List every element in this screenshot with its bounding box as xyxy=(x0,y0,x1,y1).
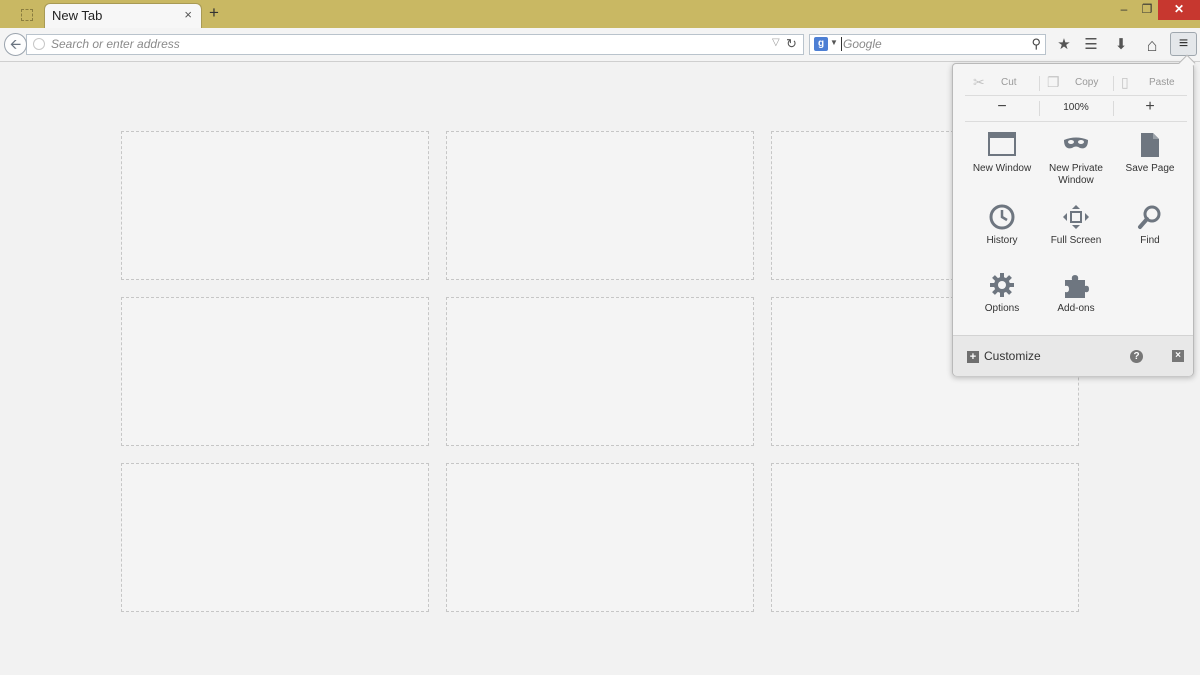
tab-favicon-icon xyxy=(21,9,33,21)
find-button[interactable]: Find xyxy=(1113,204,1187,266)
customize-button[interactable]: Customize xyxy=(984,349,1041,363)
back-button[interactable]: 🡨 xyxy=(4,33,27,56)
downloads-icon[interactable]: ⬇ xyxy=(1110,36,1132,54)
open-menu-button[interactable]: ≡ xyxy=(1170,32,1197,56)
reload-icon[interactable]: ↻ xyxy=(786,36,797,52)
customize-plus-icon[interactable]: + xyxy=(967,351,979,363)
options-label: Options xyxy=(965,303,1039,315)
search-go-icon[interactable]: ⚲ xyxy=(1031,36,1041,52)
bookmarks-menu-icon[interactable]: ☰ xyxy=(1080,36,1102,54)
new-window-label: New Window xyxy=(965,163,1039,175)
panel-footer: + Customize ? × xyxy=(953,335,1193,376)
new-window-icon xyxy=(988,132,1016,158)
copy-button[interactable]: ❐ Copy xyxy=(1039,72,1113,94)
save-page-button[interactable]: Save Page xyxy=(1113,132,1187,194)
zoom-reset-button[interactable]: 100% xyxy=(1039,97,1113,119)
title-bar: New Tab × + – ❐ ✕ xyxy=(0,0,1200,28)
main-menu-panel: ✂ Cut ❐ Copy ▯ Paste − 100% + New Window xyxy=(952,63,1194,376)
quit-icon[interactable]: × xyxy=(1172,350,1184,362)
navigation-toolbar: Search or enter address ▽ ↻ 🡨 g ▼ Google… xyxy=(0,28,1200,62)
search-input[interactable]: Google xyxy=(841,37,882,51)
full-screen-label: Full Screen xyxy=(1039,235,1113,247)
zoom-out-button[interactable]: − xyxy=(965,97,1039,119)
new-tab-button[interactable]: + xyxy=(209,4,219,22)
private-mask-icon xyxy=(1062,132,1090,158)
addons-puzzle-icon xyxy=(1062,272,1090,298)
history-dropmarker-icon[interactable]: ▽ xyxy=(772,37,780,48)
restore-button[interactable]: ❐ xyxy=(1136,0,1158,20)
search-bar[interactable]: g ▼ Google ⚲ xyxy=(809,34,1046,55)
cut-icon: ✂ xyxy=(973,74,985,91)
search-engine-icon[interactable]: g xyxy=(814,37,828,51)
full-screen-button[interactable]: Full Screen xyxy=(1039,204,1113,266)
site-tile[interactable] xyxy=(446,131,754,280)
history-clock-icon xyxy=(988,204,1016,230)
zoom-controls: − 100% + xyxy=(965,97,1187,119)
home-icon[interactable]: ⌂ xyxy=(1141,36,1163,54)
bookmark-star-icon[interactable]: ★ xyxy=(1053,36,1075,54)
site-tile[interactable] xyxy=(121,297,429,446)
options-gear-icon xyxy=(988,272,1016,298)
close-window-button[interactable]: ✕ xyxy=(1158,0,1200,20)
engine-dropdown-icon[interactable]: ▼ xyxy=(830,38,838,47)
cut-label: Cut xyxy=(1001,77,1017,88)
save-page-icon xyxy=(1136,132,1164,158)
site-identity-icon[interactable] xyxy=(33,38,45,50)
minimize-button[interactable]: – xyxy=(1113,0,1135,20)
tab-title: New Tab xyxy=(52,8,102,23)
tab-close-icon[interactable]: × xyxy=(184,7,192,22)
edit-controls: ✂ Cut ❐ Copy ▯ Paste xyxy=(965,72,1187,94)
cut-button[interactable]: ✂ Cut xyxy=(965,72,1039,94)
paste-button[interactable]: ▯ Paste xyxy=(1113,72,1187,94)
divider xyxy=(965,121,1187,122)
copy-label: Copy xyxy=(1075,77,1098,88)
new-private-window-button[interactable]: New Private Window xyxy=(1039,132,1113,194)
find-label: Find xyxy=(1113,235,1187,247)
help-icon[interactable]: ? xyxy=(1130,350,1143,363)
paste-label: Paste xyxy=(1149,77,1175,88)
addons-label: Add-ons xyxy=(1039,303,1113,315)
save-page-label: Save Page xyxy=(1113,163,1187,175)
options-button[interactable]: Options xyxy=(965,272,1039,334)
new-private-window-label: New Private Window xyxy=(1039,163,1113,187)
site-tile[interactable] xyxy=(771,463,1079,612)
history-button[interactable]: History xyxy=(965,204,1039,266)
divider xyxy=(965,95,1187,96)
site-tile[interactable] xyxy=(121,131,429,280)
new-window-button[interactable]: New Window xyxy=(965,132,1039,194)
find-magnifier-icon xyxy=(1136,204,1164,230)
zoom-in-button[interactable]: + xyxy=(1113,97,1187,119)
copy-icon: ❐ xyxy=(1047,74,1060,91)
history-label: History xyxy=(965,235,1039,247)
site-tile[interactable] xyxy=(121,463,429,612)
site-tile[interactable] xyxy=(446,463,754,612)
addons-button[interactable]: Add-ons xyxy=(1039,272,1113,334)
paste-icon: ▯ xyxy=(1121,74,1129,91)
full-screen-icon xyxy=(1062,204,1090,230)
url-bar[interactable]: Search or enter address ▽ ↻ xyxy=(26,34,804,55)
site-tile[interactable] xyxy=(446,297,754,446)
tab-new-tab[interactable]: New Tab × xyxy=(44,3,202,28)
url-input[interactable]: Search or enter address xyxy=(51,37,180,51)
